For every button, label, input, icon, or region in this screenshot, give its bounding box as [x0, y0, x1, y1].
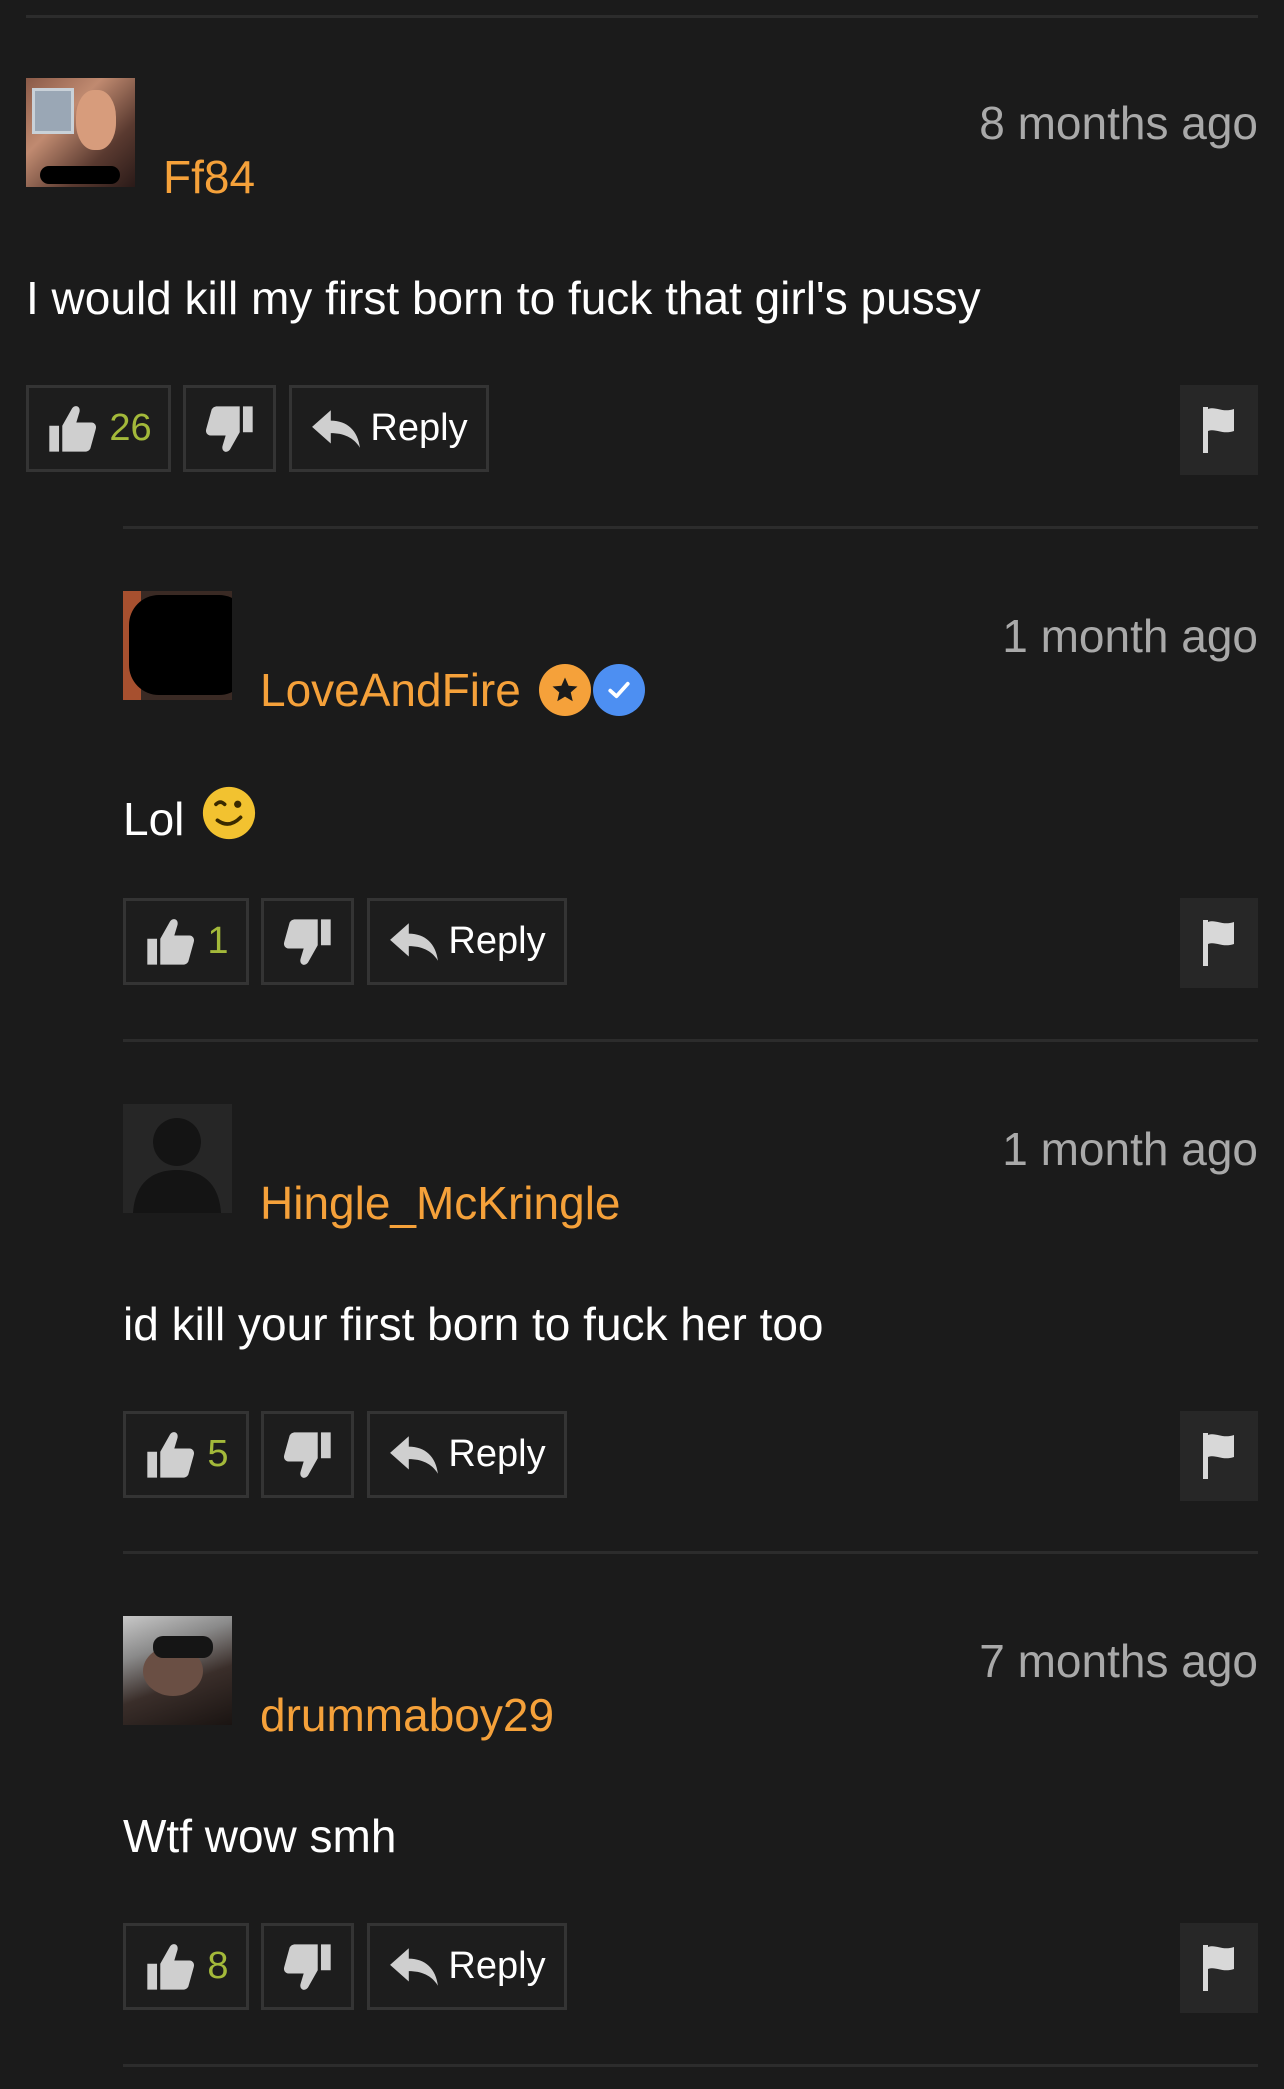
comment-text: I would kill my first born to fuck that …	[26, 272, 981, 324]
flag-button[interactable]	[1180, 1923, 1258, 2013]
divider	[123, 526, 1258, 529]
thumbs-down-icon	[281, 915, 335, 969]
default-user-icon	[133, 1118, 221, 1213]
username-label: LoveAndFire	[260, 664, 521, 716]
like-button[interactable]: 5	[123, 1411, 249, 1498]
flag-button[interactable]	[1180, 898, 1258, 988]
avatar[interactable]	[123, 591, 232, 700]
like-count: 8	[207, 1945, 229, 1987]
comment-text: id kill your first born to fuck her too	[123, 1298, 824, 1350]
reply-button[interactable]: Reply	[367, 1411, 567, 1498]
comment-username[interactable]: drummaboy29	[260, 1688, 554, 1742]
avatar[interactable]	[123, 1616, 232, 1725]
comment-text: Lol	[123, 784, 258, 853]
reply-arrow-icon	[388, 1946, 440, 1988]
reply-arrow-icon	[388, 1434, 440, 1476]
dislike-button[interactable]	[261, 1411, 354, 1498]
comment-timestamp: 1 month ago	[1002, 1123, 1258, 1175]
reply-label: Reply	[448, 1945, 546, 1987]
reply-arrow-icon	[310, 408, 362, 450]
comment-username[interactable]: Ff84	[163, 150, 255, 204]
comment-timestamp: 8 months ago	[979, 97, 1258, 149]
dislike-button[interactable]	[261, 898, 354, 985]
divider	[123, 1039, 1258, 1042]
comment-item: Hingle_McKringle 1 month ago id kill you…	[123, 1104, 1258, 1504]
thumbs-up-icon	[143, 1940, 197, 1994]
divider	[123, 2064, 1258, 2067]
thumbs-up-icon	[143, 915, 197, 969]
thumbs-up-icon	[143, 1428, 197, 1482]
reply-label: Reply	[448, 920, 546, 962]
dislike-button[interactable]	[183, 385, 276, 472]
like-button[interactable]: 26	[26, 385, 171, 472]
flag-icon	[1199, 915, 1239, 971]
comment-item: Ff84 8 months ago I would kill my first …	[26, 78, 1258, 478]
verified-badge-icon	[592, 664, 645, 716]
like-count: 5	[207, 1433, 229, 1475]
thumbs-down-icon	[203, 402, 257, 456]
flag-button[interactable]	[1180, 385, 1258, 475]
thumbs-up-icon	[45, 402, 99, 456]
divider	[123, 1551, 1258, 1554]
dislike-button[interactable]	[261, 1923, 354, 2010]
reply-label: Reply	[448, 1433, 546, 1475]
comment-item: drummaboy29 7 months ago Wtf wow smh 8 R…	[123, 1616, 1258, 2016]
avatar[interactable]	[123, 1104, 232, 1213]
flag-icon	[1199, 1428, 1239, 1484]
comment-item: LoveAndFire 1 month ago Lol 1 Reply	[123, 591, 1258, 991]
comment-username[interactable]: LoveAndFire	[260, 663, 645, 717]
reply-arrow-icon	[388, 921, 440, 963]
flag-icon	[1199, 1940, 1239, 1996]
star-badge-icon	[538, 664, 591, 716]
reply-label: Reply	[370, 407, 468, 449]
comment-text: Wtf wow smh	[123, 1810, 397, 1862]
winking-emoji-icon	[200, 784, 258, 853]
reply-button[interactable]: Reply	[289, 385, 489, 472]
comment-text-label: Lol	[123, 792, 185, 845]
comment-timestamp: 1 month ago	[1002, 610, 1258, 662]
flag-icon	[1199, 402, 1239, 458]
reply-button[interactable]: Reply	[367, 1923, 567, 2010]
like-count: 1	[207, 920, 229, 962]
avatar[interactable]	[26, 78, 135, 187]
reply-button[interactable]: Reply	[367, 898, 567, 985]
comment-username[interactable]: Hingle_McKringle	[260, 1176, 621, 1230]
comment-timestamp: 7 months ago	[979, 1635, 1258, 1687]
like-count: 26	[109, 407, 152, 449]
flag-button[interactable]	[1180, 1411, 1258, 1501]
thumbs-down-icon	[281, 1428, 335, 1482]
like-button[interactable]: 8	[123, 1923, 249, 2010]
like-button[interactable]: 1	[123, 898, 249, 985]
thumbs-down-icon	[281, 1940, 335, 1994]
divider	[26, 15, 1258, 18]
